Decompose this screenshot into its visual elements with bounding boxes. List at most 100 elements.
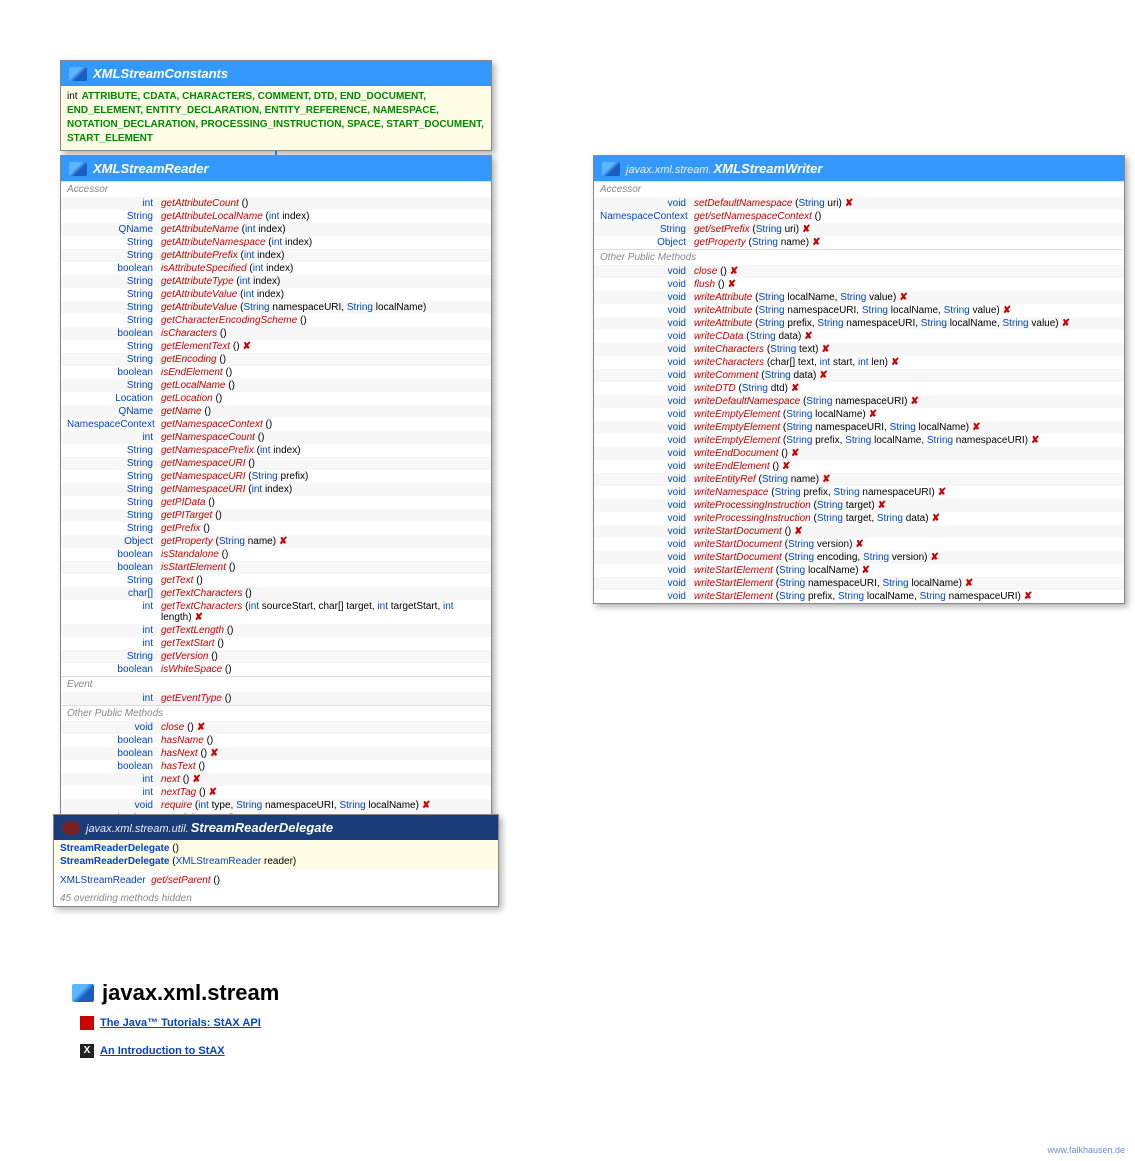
method-row: voidwriteCData (String data)✘ xyxy=(594,330,1124,343)
footer-credit: www.falkhausen.de xyxy=(1047,1145,1125,1155)
section-label: Accessor xyxy=(61,181,491,197)
method-row: StringgetAttributeNamespace (int index) xyxy=(61,236,491,249)
throws-icon: ✘ xyxy=(1062,318,1070,329)
method-row: StringgetNamespaceURI (String prefix) xyxy=(61,470,491,483)
method-row: voidwriteEmptyElement (String prefix, St… xyxy=(594,434,1124,447)
method-row: intgetTextLength () xyxy=(61,624,491,637)
method-row: booleanisAttributeSpecified (int index) xyxy=(61,262,491,275)
throws-icon: ✘ xyxy=(869,409,877,420)
class-box-reader: XMLStreamReader Accessor intgetAttribute… xyxy=(60,155,492,826)
method-row: intgetAttributeCount () xyxy=(61,197,491,210)
class-header: XMLStreamConstants xyxy=(61,61,491,86)
class-header: XMLStreamReader xyxy=(61,156,491,181)
method-row: voidwriteProcessingInstruction (String t… xyxy=(594,512,1124,525)
throws-icon: ✘ xyxy=(965,578,973,589)
method-row: booleanhasText () xyxy=(61,760,491,773)
method-row: StringgetAttributeLocalName (int index) xyxy=(61,210,491,223)
method-row: StringgetAttributeValue (String namespac… xyxy=(61,301,491,314)
method-row: voidwriteStartElement (String prefix, St… xyxy=(594,590,1124,603)
throws-icon: ✘ xyxy=(210,748,218,759)
package-icon xyxy=(72,984,94,1002)
throws-icon: ✘ xyxy=(1003,305,1011,316)
constructor-row: StreamReaderDelegate (XMLStreamReader re… xyxy=(54,855,498,868)
method-row: voidwriteCharacters (char[] text, int st… xyxy=(594,356,1124,369)
method-row: booleanisStartElement () xyxy=(61,561,491,574)
method-row: StringgetAttributePrefix (int index) xyxy=(61,249,491,262)
throws-icon: ✘ xyxy=(862,565,870,576)
method-row: ObjectgetProperty (String name)✘ xyxy=(594,236,1124,249)
method-row: StringgetText () xyxy=(61,574,491,587)
method-row: voidwriteDefaultNamespace (String namesp… xyxy=(594,395,1124,408)
method-row: voidwriteStartElement (String namespaceU… xyxy=(594,577,1124,590)
field-list: ATTRIBUTE, CDATA, CHARACTERS, COMMENT, D… xyxy=(67,91,484,144)
method-row: StringgetLocalName () xyxy=(61,379,491,392)
method-row: StringgetElementText ()✘ xyxy=(61,340,491,353)
interface-icon xyxy=(69,67,87,81)
interface-icon xyxy=(69,162,87,176)
section-label: Event xyxy=(61,676,491,692)
throws-icon: ✘ xyxy=(279,536,287,547)
method-row: voidwriteAttribute (String namespaceURI,… xyxy=(594,304,1124,317)
throws-icon: ✘ xyxy=(243,341,251,352)
class-title: XMLStreamWriter xyxy=(714,161,823,176)
throws-icon: ✘ xyxy=(855,539,863,550)
throws-icon: ✘ xyxy=(197,722,205,733)
throws-icon: ✘ xyxy=(938,487,946,498)
section-label: Other Public Methods xyxy=(594,249,1124,265)
method-row: StringgetPITarget () xyxy=(61,509,491,522)
method-row: voidwriteStartElement (String localName)… xyxy=(594,564,1124,577)
method-row: voidwriteEmptyElement (String localName)… xyxy=(594,408,1124,421)
method-row: NamespaceContextget/setNamespaceContext … xyxy=(594,210,1124,223)
class-box-constants: XMLStreamConstants intATTRIBUTE, CDATA, … xyxy=(60,60,492,151)
throws-icon: ✘ xyxy=(730,266,738,277)
throws-icon: ✘ xyxy=(1031,435,1039,446)
method-row: booleanhasNext ()✘ xyxy=(61,747,491,760)
method-row: LocationgetLocation () xyxy=(61,392,491,405)
method-row: StringgetNamespacePrefix (int index) xyxy=(61,444,491,457)
method-row: QNamegetAttributeName (int index) xyxy=(61,223,491,236)
package-title: javax.xml.stream xyxy=(72,980,279,1006)
interface-icon xyxy=(602,162,620,176)
tutorial-link-1[interactable]: The Java™ Tutorials: StAX API xyxy=(80,1016,261,1030)
method-row: booleanisEndElement () xyxy=(61,366,491,379)
method-row: ObjectgetProperty (String name)✘ xyxy=(61,535,491,548)
throws-icon: ✘ xyxy=(209,787,217,798)
method-row: StringgetPIData () xyxy=(61,496,491,509)
class-icon xyxy=(62,821,80,835)
method-row: intgetEventType () xyxy=(61,692,491,705)
method-row: StringgetVersion () xyxy=(61,650,491,663)
method-row: voidwriteEmptyElement (String namespaceU… xyxy=(594,421,1124,434)
method-row: intgetNamespaceCount () xyxy=(61,431,491,444)
throws-icon: ✘ xyxy=(728,279,736,290)
section-label: Accessor xyxy=(594,181,1124,197)
throws-icon: ✘ xyxy=(910,396,918,407)
method-row: StringgetNamespaceURI (int index) xyxy=(61,483,491,496)
method-row: voidwriteAttribute (String prefix, Strin… xyxy=(594,317,1124,330)
method-row: voidwriteAttribute (String localName, St… xyxy=(594,291,1124,304)
method-row: QNamegetName () xyxy=(61,405,491,418)
method-row: voidwriteStartDocument (String version)✘ xyxy=(594,538,1124,551)
throws-icon: ✘ xyxy=(932,513,940,524)
method-row: booleanisCharacters () xyxy=(61,327,491,340)
throws-icon: ✘ xyxy=(812,237,820,248)
method-row: voidwriteEntityRef (String name)✘ xyxy=(594,473,1124,486)
constructor-row: StreamReaderDelegate () xyxy=(54,842,498,855)
class-box-delegate: javax.xml.stream.util. StreamReaderDelega… xyxy=(53,814,499,907)
method-row: voidwriteStartDocument ()✘ xyxy=(594,525,1124,538)
oracle-icon xyxy=(80,1016,94,1030)
method-row: StringgetPrefix () xyxy=(61,522,491,535)
method-row: voidwriteDTD (String dtd)✘ xyxy=(594,382,1124,395)
tutorial-link-2[interactable]: XAn Introduction to StAX xyxy=(80,1044,225,1058)
throws-icon: ✘ xyxy=(782,461,790,472)
method-row: voidwriteEndElement ()✘ xyxy=(594,460,1124,473)
method-row: intnext ()✘ xyxy=(61,773,491,786)
method-row: voidclose ()✘ xyxy=(594,265,1124,278)
method-row: intgetTextCharacters (int sourceStart, c… xyxy=(61,600,491,624)
package-prefix: javax.xml.stream.util. xyxy=(86,823,189,835)
class-box-writer: javax.xml.stream.XMLStreamWriter Accesso… xyxy=(593,155,1125,604)
method-row: voidwriteComment (String data)✘ xyxy=(594,369,1124,382)
throws-icon: ✘ xyxy=(822,474,830,485)
throws-icon: ✘ xyxy=(791,448,799,459)
method-row: StringgetAttributeValue (int index) xyxy=(61,288,491,301)
class-header: javax.xml.stream.XMLStreamWriter xyxy=(594,156,1124,181)
